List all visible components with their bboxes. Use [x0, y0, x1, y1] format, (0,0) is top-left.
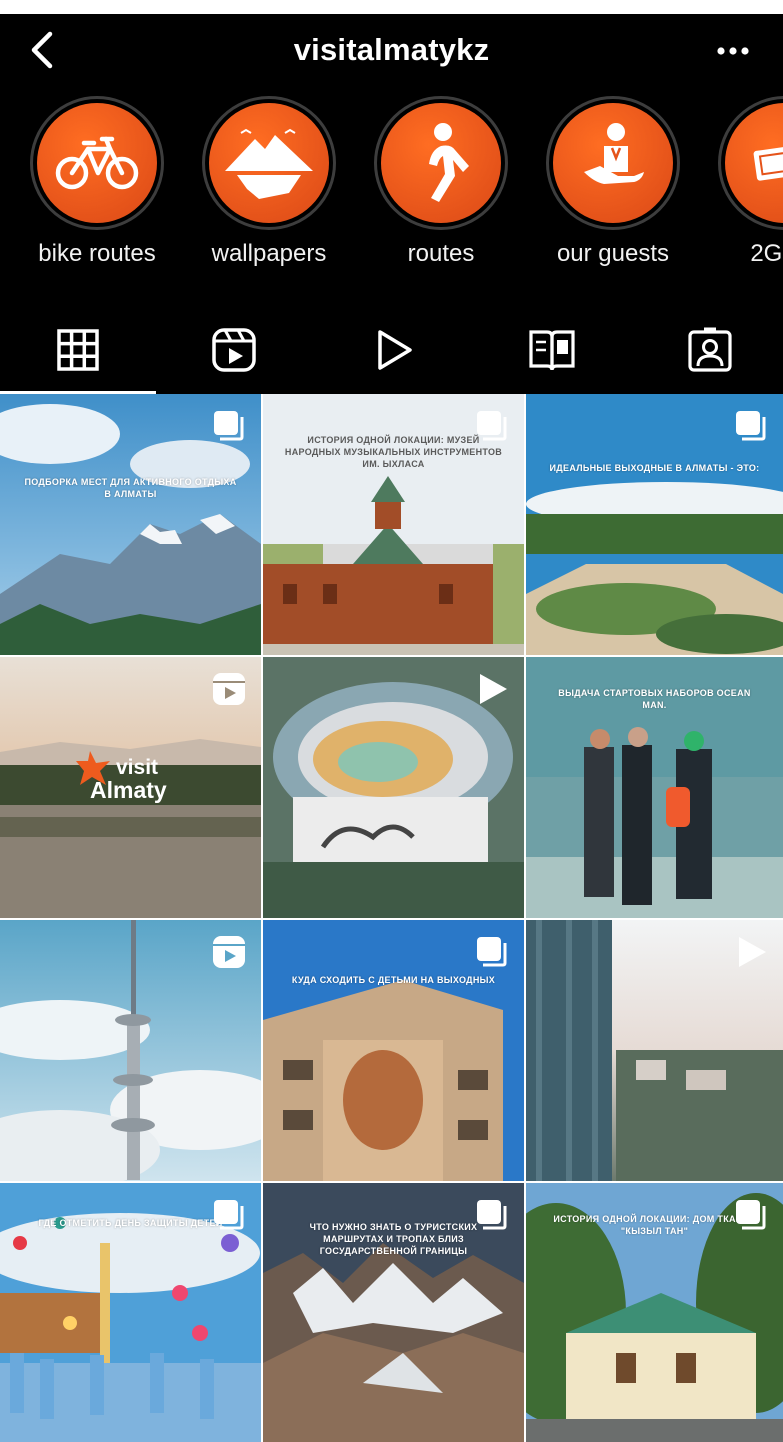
status-strip — [0, 0, 783, 14]
reels-icon — [212, 328, 256, 372]
post-tile[interactable]: ИСТОРИЯ ОДНОЙ ЛОКАЦИИ: ДОМ ТКАНЕЙ "КЫЗЫЛ… — [526, 1183, 783, 1442]
brand-visit: visit — [116, 756, 159, 779]
post-caption: ПОДБОРКА МЕСТ ДЛЯ АКТИВНОГО ОТДЫХА В АЛМ… — [24, 477, 237, 499]
post-tile[interactable] — [0, 920, 261, 1181]
post-tile[interactable] — [263, 657, 524, 918]
highlight-wallpapers[interactable]: wallpapers — [199, 96, 339, 268]
profile-header: visitalmatykz bike routes wallpapers rou… — [0, 14, 783, 394]
reel-icon — [213, 673, 245, 705]
carousel-icon — [477, 937, 507, 967]
guide-book-icon — [529, 330, 575, 371]
post-tile[interactable]: ИСТОРИЯ ОДНОЙ ЛОКАЦИИ: МУЗЕЙ НАРОДНЫХ МУ… — [263, 394, 524, 655]
tagged-person-icon — [688, 327, 732, 372]
video-play-icon — [480, 674, 507, 704]
highlight-label: wallpapers — [211, 240, 327, 267]
tab-guides[interactable] — [474, 310, 630, 390]
profile-username: visitalmatykz — [293, 32, 490, 67]
post-caption: ЧТО НУЖНО ЗНАТЬ О ТУРИСТСКИХ МАРШРУТАХ И… — [309, 1222, 478, 1256]
reel-icon — [213, 936, 245, 968]
carousel-icon — [477, 1200, 507, 1230]
brand-almaty: Almaty — [90, 777, 167, 803]
mountain-icon — [225, 128, 313, 199]
grid-icon — [57, 329, 99, 371]
post-caption: ГДЕ ОТМЕТИТЬ ДЕНЬ ЗАЩИТЫ ДЕТЕЙ — [38, 1218, 223, 1228]
more-options-icon[interactable] — [713, 36, 753, 66]
tab-posts[interactable] — [0, 310, 156, 390]
post-tile[interactable]: ЧТО НУЖНО ЗНАТЬ О ТУРИСТСКИХ МАРШРУТАХ И… — [263, 1183, 524, 1442]
post-tile[interactable]: ПОДБОРКА МЕСТ ДЛЯ АКТИВНОГО ОТДЫХА В АЛМ… — [0, 394, 261, 655]
walking-person-icon — [429, 123, 469, 202]
post-caption: ВЫДАЧА СТАРТОВЫХ НАБОРОВ OCEAN MAN. — [558, 688, 751, 710]
carousel-icon — [214, 411, 244, 441]
highlight-2gis[interactable]: 2GIS r — [715, 96, 783, 268]
highlight-label: our guests — [556, 240, 670, 267]
tab-tagged[interactable] — [632, 310, 783, 390]
post-caption: ИСТОРИЯ ОДНОЙ ЛОКАЦИИ: ДОМ ТКАНЕЙ "КЫЗЫЛ… — [553, 1214, 756, 1236]
posts-grid: ПОДБОРКА МЕСТ ДЛЯ АКТИВНОГО ОТДЫХА В АЛМ… — [0, 394, 783, 1442]
highlight-label: routes — [407, 240, 475, 267]
guest-hand-icon — [584, 123, 644, 184]
post-tile[interactable] — [526, 920, 783, 1181]
carousel-icon — [736, 1200, 766, 1230]
story-highlights: bike routes wallpapers routes our guests… — [0, 96, 783, 286]
highlight-bike-routes[interactable]: bike routes — [27, 96, 167, 268]
post-tile[interactable]: КУДА СХОДИТЬ С ДЕТЬМИ НА ВЫХОДНЫХ — [263, 920, 524, 1181]
tab-videos[interactable] — [316, 310, 472, 390]
map-icon — [753, 143, 783, 181]
post-tile[interactable]: ГДЕ ОТМЕТИТЬ ДЕНЬ ЗАЩИТЫ ДЕТЕЙ — [0, 1183, 261, 1442]
post-tile[interactable]: visit Almaty — [0, 657, 261, 918]
bicycle-icon — [55, 136, 139, 190]
play-icon — [378, 330, 412, 370]
highlight-our-guests[interactable]: our guests — [543, 96, 683, 268]
highlight-label: bike routes — [38, 240, 156, 267]
carousel-icon — [736, 411, 766, 441]
post-tile[interactable]: ИДЕАЛЬНЫЕ ВЫХОДНЫЕ В АЛМАТЫ - ЭТО: — [526, 394, 783, 655]
post-caption: ИДЕАЛЬНЫЕ ВЫХОДНЫЕ В АЛМАТЫ - ЭТО: — [549, 463, 760, 473]
video-play-icon — [739, 937, 766, 967]
carousel-icon — [214, 1200, 244, 1230]
post-caption: ИСТОРИЯ ОДНОЙ ЛОКАЦИИ: МУЗЕЙ НАРОДНЫХ МУ… — [284, 435, 503, 469]
post-caption: КУДА СХОДИТЬ С ДЕТЬМИ НА ВЫХОДНЫХ — [291, 975, 496, 985]
carousel-icon — [477, 411, 507, 441]
tab-reels[interactable] — [156, 310, 312, 390]
profile-tabs — [0, 310, 783, 394]
post-tile[interactable]: ВЫДАЧА СТАРТОВЫХ НАБОРОВ OCEAN MAN. — [526, 657, 783, 918]
highlight-label: 2GIS r — [750, 240, 783, 267]
highlight-routes[interactable]: routes — [371, 96, 511, 268]
